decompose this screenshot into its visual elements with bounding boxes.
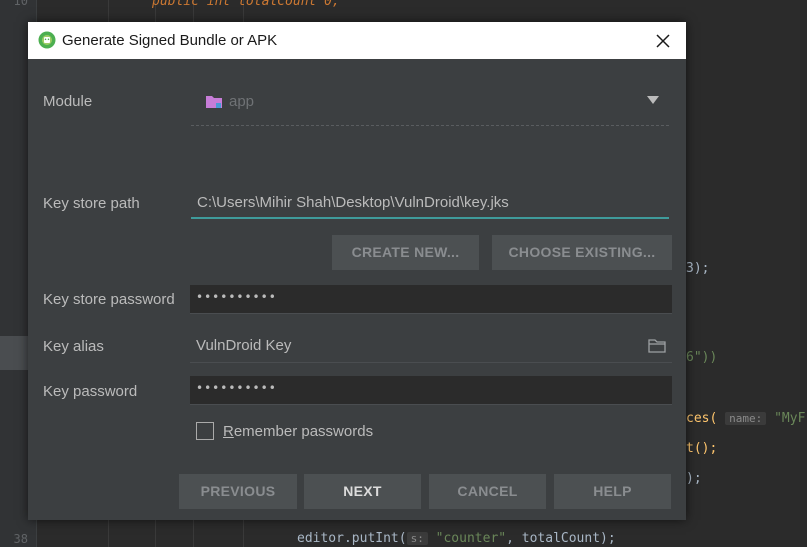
code-text: 3); [686,261,710,276]
code-line: public int totalCount 0; [152,0,340,9]
dialog-title: Generate Signed Bundle or APK [62,32,278,49]
code-line: 3); [686,261,709,276]
android-studio-icon [38,31,56,49]
code-text: "counter" [435,531,507,546]
close-icon[interactable] [650,28,676,54]
code-line: ces( name: "MyF [686,411,805,426]
code-line: editor.putInt(s: "counter", totalCount); [297,531,616,546]
create-new-button[interactable]: CREATE NEW... [332,235,479,270]
param-hint: name: [725,412,767,425]
chevron-down-icon[interactable] [647,96,659,104]
choose-existing-button[interactable]: CHOOSE EXISTING... [492,235,672,270]
next-button[interactable]: NEXT [304,474,421,509]
keystore-path-value: C:\Users\Mihir Shah\Desktop\VulnDroid\ke… [197,194,509,211]
key-password-value: •••••••••• [196,381,277,395]
generate-signed-bundle-dialog: Generate Signed Bundle or APK Module app… [28,22,686,520]
module-folder-icon [206,96,222,108]
key-alias-label: Key alias [43,338,104,355]
cancel-button[interactable]: CANCEL [429,474,546,509]
remember-passwords-label[interactable]: Remember passwords [223,423,373,440]
code-line: 6")) [686,350,717,365]
module-value: app [229,93,255,110]
key-password-input[interactable]: •••••••••• [190,376,672,405]
code-text: 6")) [686,350,718,365]
code-text: public int totalCount 0; [152,0,340,9]
tool-window-strip [0,336,28,370]
line-number: 10 [13,0,28,8]
key-password-label: Key password [43,383,138,400]
keystore-path-input[interactable]: C:\Users\Mihir Shah\Desktop\VulnDroid\ke… [191,189,669,219]
key-alias-value: VulnDroid Key [196,337,292,354]
code-text: "MyF [774,411,806,426]
previous-button[interactable]: PREVIOUS [179,474,297,509]
code-line: ); [686,471,702,486]
dialog-titlebar: Generate Signed Bundle or APK [28,22,686,59]
module-label: Module [43,93,93,110]
line-number: 38 [13,532,28,546]
code-text: editor.putInt( [297,531,407,546]
keystore-password-value: •••••••••• [196,290,277,304]
keystore-password-label: Key store password [43,291,175,308]
folder-icon[interactable] [648,338,666,353]
code-text: t(); [686,441,718,456]
remember-passwords-checkbox[interactable] [196,422,214,440]
keystore-path-label: Key store path [43,195,140,212]
keystore-password-input[interactable]: •••••••••• [190,285,672,314]
module-dropdown[interactable]: app [191,85,669,126]
help-button[interactable]: HELP [554,474,671,509]
code-text: , totalCount); [506,531,616,546]
param-hint: s: [406,532,428,545]
key-alias-input[interactable]: VulnDroid Key [190,332,672,363]
code-text: ces( [686,411,718,426]
code-text: ); [686,471,702,486]
code-line: t(); [686,441,717,456]
